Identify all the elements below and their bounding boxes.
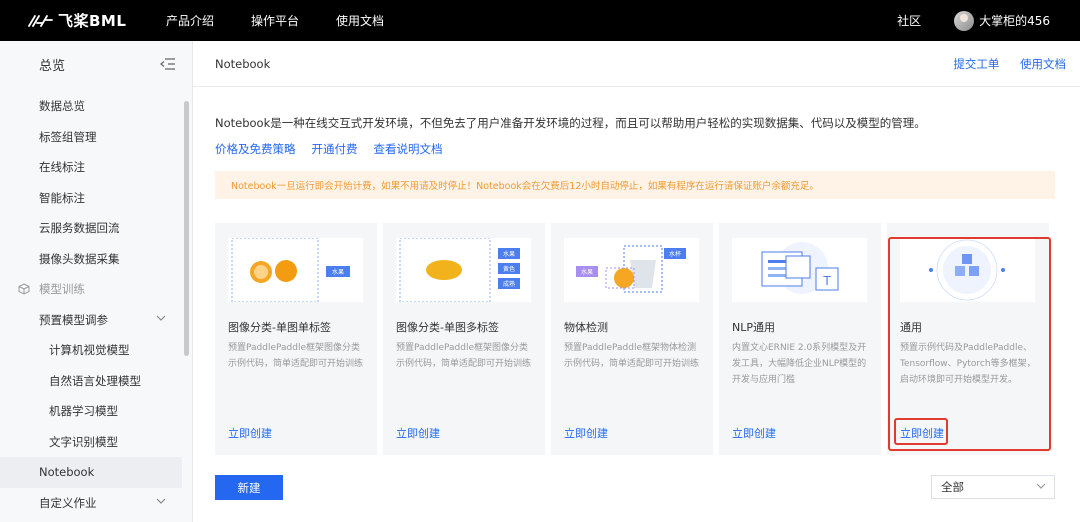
sidebar-item-label: 标签组管理 [39,129,97,144]
collapse-menu-icon[interactable] [160,58,176,70]
card-illustration: T [732,238,867,302]
billing-notice: Notebook一旦运行即会开始计费，如果不用请及时停止！Notebook会在欠… [215,171,1055,199]
nav-product-intro[interactable]: 产品介绍 [166,12,214,29]
card-description: 内置文心ERNIE 2.0系列模型及开发工具，大幅降低企业NLP模型的开发与应用… [732,343,867,385]
sidebar-scrollbar[interactable] [184,101,189,356]
filter-select[interactable]: 全部 [931,475,1055,499]
create-now-link[interactable]: 立即创建 [564,425,608,441]
nav-community[interactable]: 社区 [897,12,921,29]
template-card-image-single-label[interactable]: 水果 图像分类-单图单标签 预置PaddlePaddle框架图像分类示例代码，简… [215,223,377,455]
sidebar-item-ocr-model[interactable]: 文字识别模型 [0,427,182,458]
sidebar-item-smart-labeling[interactable]: 智能标注 [0,183,182,214]
sidebar-item-online-labeling[interactable]: 在线标注 [0,152,182,183]
sidebar-title[interactable]: 总览 [39,55,65,74]
card-description: 预置PaddlePaddle框架物体检测示例代码，简单适配即可开始训练 [564,343,700,369]
chevron-down-icon [156,315,166,321]
cube-icon [18,283,30,295]
card-illustration: 水杯 水果 [564,238,699,302]
card-description: 预置PaddlePaddle框架图像分类示例代码，简单适配即可开始训练 [228,343,364,369]
sidebar-item-label: 自定义作业 [39,495,97,510]
card-illustration: 水果 黄色 成熟 [396,238,531,302]
user-area: 社区 大掌柜的456 [897,0,1050,41]
sidebar-item-data-overview[interactable]: 数据总览 [0,91,182,122]
sidebar-item-label: 文字识别模型 [49,434,118,449]
card-tag: 黄色 [503,265,515,273]
sidebar-item-cloud-data-return[interactable]: 云服务数据回流 [0,213,182,244]
sidebar-item-custom-job[interactable]: 自定义作业 [0,488,182,519]
top-bar: 飞桨BML 产品介绍 操作平台 使用文档 社区 大掌柜的456 [0,0,1080,41]
sidebar-group-label: 模型训练 [39,282,85,297]
sidebar-item-label: 机器学习模型 [49,404,118,419]
chevron-down-icon [156,498,166,504]
sidebar-item-label: 云服务数据回流 [39,221,120,236]
avatar[interactable] [954,10,975,31]
sidebar-item-ml-model[interactable]: 机器学习模型 [0,396,182,427]
card-tag: 水果 [332,268,344,276]
sidebar-header: 总览 [0,41,192,87]
pricing-link[interactable]: 价格及免费策略 [215,141,296,157]
mango-image-icon: 水果 黄色 成熟 [399,238,520,302]
text-document-icon: T [761,242,839,294]
intro-links: 价格及免费策略 开通付费 查看说明文档 [215,141,459,157]
sidebar-item-label: Notebook [39,465,95,480]
docs-link[interactable]: 使用文档 [1020,57,1066,71]
sidebar-item-camera-capture[interactable]: 摄像头数据采集 [0,244,182,275]
sidebar-item-cv-model[interactable]: 计算机视觉模型 [0,335,182,366]
page-title: Notebook [215,56,271,71]
sidebar-item-tag-groups[interactable]: 标签组管理 [0,122,182,153]
card-description: 预置PaddlePaddle框架图像分类示例代码，简单适配即可开始训练 [396,343,532,369]
sidebar-item-label: 摄像头数据采集 [39,251,120,266]
new-button[interactable]: 新建 [215,475,283,500]
sidebar-group-model-training: 模型训练 [0,274,182,305]
paddle-logo-icon [28,14,53,27]
juicer-image-icon: 水杯 水果 [576,245,686,293]
card-title: NLP通用 [732,321,775,334]
activate-billing-link[interactable]: 开通付费 [312,141,358,157]
sidebar-item-label: 计算机视觉模型 [49,343,130,358]
card-title: 图像分类-单图多标签 [396,321,499,334]
template-card-nlp[interactable]: T NLP通用 内置文心ERNIE 2.0系列模型及开发工具，大幅降低企业NLP… [719,223,881,455]
nav-platform[interactable]: 操作平台 [251,12,299,29]
card-tag: 水果 [503,250,515,258]
brand-name: 飞桨BML [58,12,127,30]
card-title: 图像分类-单图单标签 [228,321,331,334]
create-now-link[interactable]: 立即创建 [396,425,440,441]
sidebar-item-label: 在线标注 [39,160,85,175]
header-links: 提交工单 使用文档 [936,56,1066,72]
submit-ticket-link[interactable]: 提交工单 [953,57,999,71]
chevron-down-icon [1036,483,1046,489]
view-docs-link[interactable]: 查看说明文档 [374,141,443,157]
brand-logo[interactable]: 飞桨BML [28,10,148,31]
create-now-link[interactable]: 立即创建 [732,425,776,441]
card-title: 物体检测 [564,321,608,334]
sidebar-item-nlp-model[interactable]: 自然语言处理模型 [0,366,182,397]
sidebar-item-label: 数据总览 [39,99,85,114]
sidebar-item-label: 预置模型调参 [39,312,108,327]
create-now-link[interactable]: 立即创建 [228,425,272,441]
highlight-frame-create [894,418,948,445]
top-nav: 产品介绍 操作平台 使用文档 [166,12,421,29]
template-card-object-detection[interactable]: 水杯 水果 物体检测 预置PaddlePaddle框架物体检测示例代码，简单适配… [551,223,713,455]
sidebar-item-preset-model-tuning[interactable]: 预置模型调参 [0,305,182,336]
nav-docs[interactable]: 使用文档 [336,12,384,29]
sidebar: 总览 数据总览 标签组管理 在线标注 智能标注 云服务数据回流 摄像头数据采集 … [0,41,193,522]
filter-selected-value: 全部 [941,480,964,494]
sidebar-item-label: 智能标注 [39,190,85,205]
card-tag: T [822,274,831,288]
card-tag: 成熟 [503,280,515,288]
orange-image-icon: 水果 [231,238,350,302]
template-card-image-multi-label[interactable]: 水果 黄色 成熟 图像分类-单图多标签 预置PaddlePaddle框架图像分类… [383,223,545,455]
card-tag: 水杯 [669,250,681,258]
notebook-description: Notebook是一种在线交互式开发环境，不但免去了用户准备开发环境的过程，而且… [215,116,926,130]
card-illustration: 水果 [228,238,363,302]
page-header: Notebook 提交工单 使用文档 [193,41,1080,87]
username[interactable]: 大掌柜的456 [979,12,1050,29]
card-tag: 水果 [581,268,593,276]
main-content: Notebook 提交工单 使用文档 Notebook是一种在线交互式开发环境，… [193,41,1080,522]
sidebar-item-notebook[interactable]: Notebook [0,457,182,488]
sidebar-item-label: 自然语言处理模型 [49,373,141,388]
sidebar-menu: 数据总览 标签组管理 在线标注 智能标注 云服务数据回流 摄像头数据采集 模型训… [0,91,182,518]
